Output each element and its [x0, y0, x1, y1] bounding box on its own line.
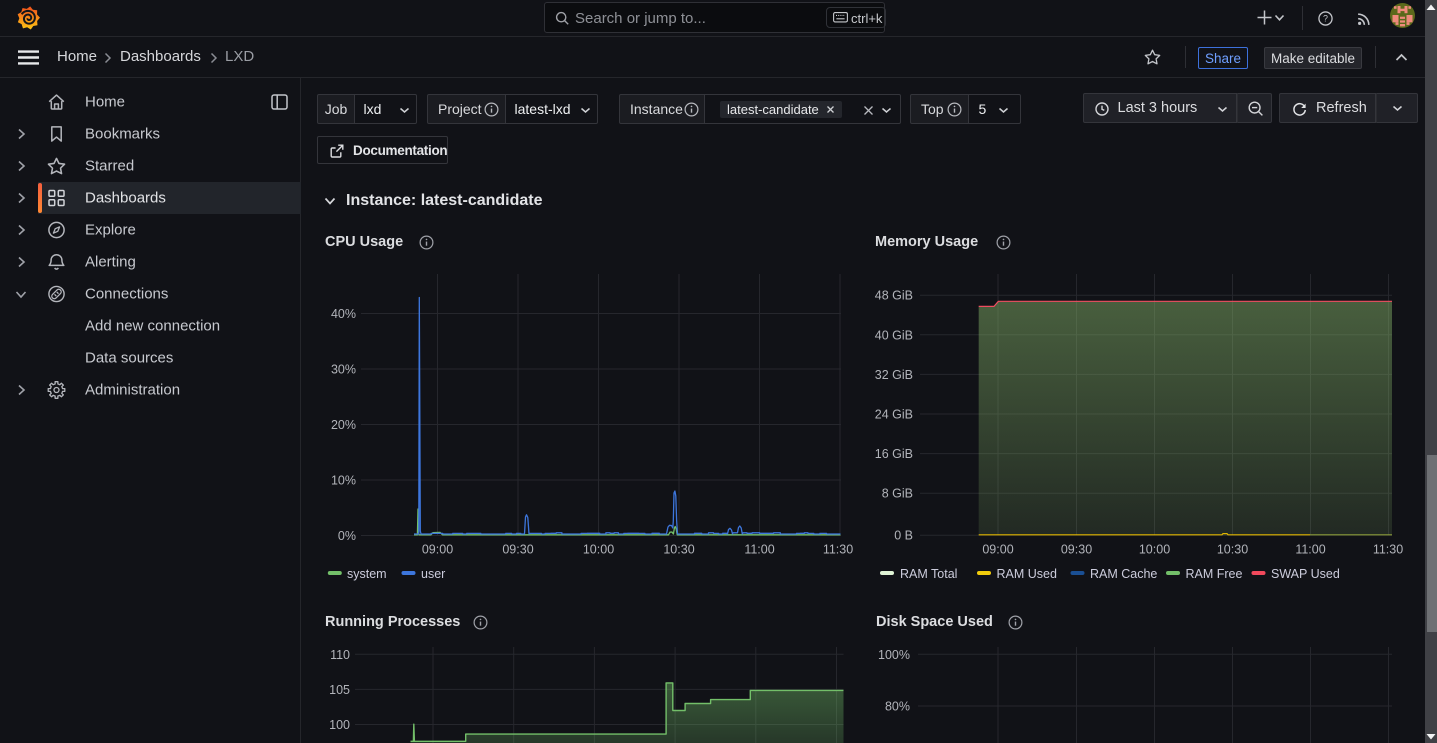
- svg-text:8 GiB: 8 GiB: [882, 487, 913, 501]
- svg-text:RAM Total: RAM Total: [900, 567, 957, 581]
- svg-text:RAM Cache: RAM Cache: [1090, 567, 1157, 581]
- svg-text:SWAP Used: SWAP Used: [1271, 567, 1340, 581]
- svg-text:0%: 0%: [338, 529, 356, 543]
- svg-text:11:00: 11:00: [1295, 543, 1325, 557]
- svg-text:24 GiB: 24 GiB: [875, 408, 913, 422]
- svg-text:10:30: 10:30: [663, 543, 694, 557]
- svg-text:11:00: 11:00: [744, 543, 774, 557]
- svg-text:10:00: 10:00: [583, 543, 614, 557]
- svg-text:0 B: 0 B: [894, 529, 913, 543]
- svg-text:user: user: [421, 567, 445, 581]
- svg-text:110: 110: [330, 648, 350, 662]
- svg-text:09:00: 09:00: [982, 543, 1013, 557]
- svg-text:32 GiB: 32 GiB: [875, 368, 913, 382]
- svg-text:system: system: [347, 567, 387, 581]
- svg-text:48 GiB: 48 GiB: [875, 289, 913, 303]
- svg-text:11:30: 11:30: [823, 543, 853, 557]
- svg-text:11:30: 11:30: [1373, 543, 1403, 557]
- svg-text:10:30: 10:30: [1217, 543, 1248, 557]
- svg-text:30%: 30%: [331, 363, 356, 377]
- svg-text:09:00: 09:00: [422, 543, 453, 557]
- svg-text:10%: 10%: [331, 474, 356, 488]
- svg-text:20%: 20%: [331, 418, 356, 432]
- svg-text:RAM Free: RAM Free: [1186, 567, 1243, 581]
- svg-text:10:00: 10:00: [1139, 543, 1170, 557]
- svg-text:09:30: 09:30: [502, 543, 533, 557]
- svg-text:RAM Used: RAM Used: [997, 567, 1057, 581]
- svg-text:40%: 40%: [331, 307, 356, 321]
- svg-text:40 GiB: 40 GiB: [875, 328, 913, 342]
- svg-text:16 GiB: 16 GiB: [875, 447, 913, 461]
- svg-text:80%: 80%: [885, 700, 910, 714]
- svg-text:09:30: 09:30: [1061, 543, 1092, 557]
- svg-text:100: 100: [329, 718, 350, 732]
- svg-text:100%: 100%: [878, 648, 910, 662]
- svg-text:?: ?: [1323, 14, 1328, 24]
- svg-text:105: 105: [329, 683, 350, 697]
